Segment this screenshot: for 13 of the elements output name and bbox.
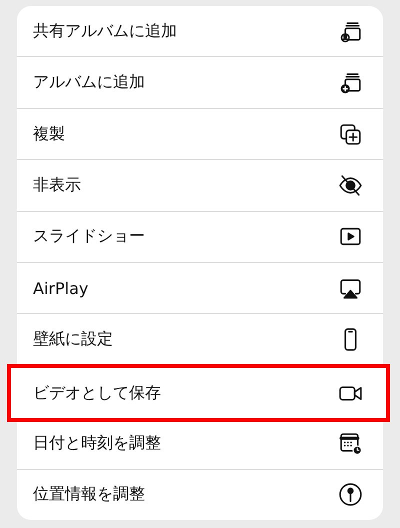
menu-item[interactable]: ビデオとして保存 [7,364,390,422]
menu-item[interactable]: アルバムに追加 [17,57,383,109]
menu-item[interactable]: 日付と時刻を調整 [17,418,383,470]
location-pin-icon [338,482,363,508]
menu-item[interactable]: AirPlay [17,263,383,314]
menu-item[interactable]: 位置情報を調整 [17,470,383,520]
menu-item[interactable]: スライドショー [17,212,383,264]
menu-item[interactable]: 共有アルバムに追加 [17,6,383,58]
menu-item[interactable]: 複製 [17,108,383,160]
menu-item[interactable]: 非表示 [17,160,383,212]
duplicate-icon [338,122,363,147]
calendar-clock-icon [338,430,363,456]
hidden-eye-icon [338,172,363,198]
